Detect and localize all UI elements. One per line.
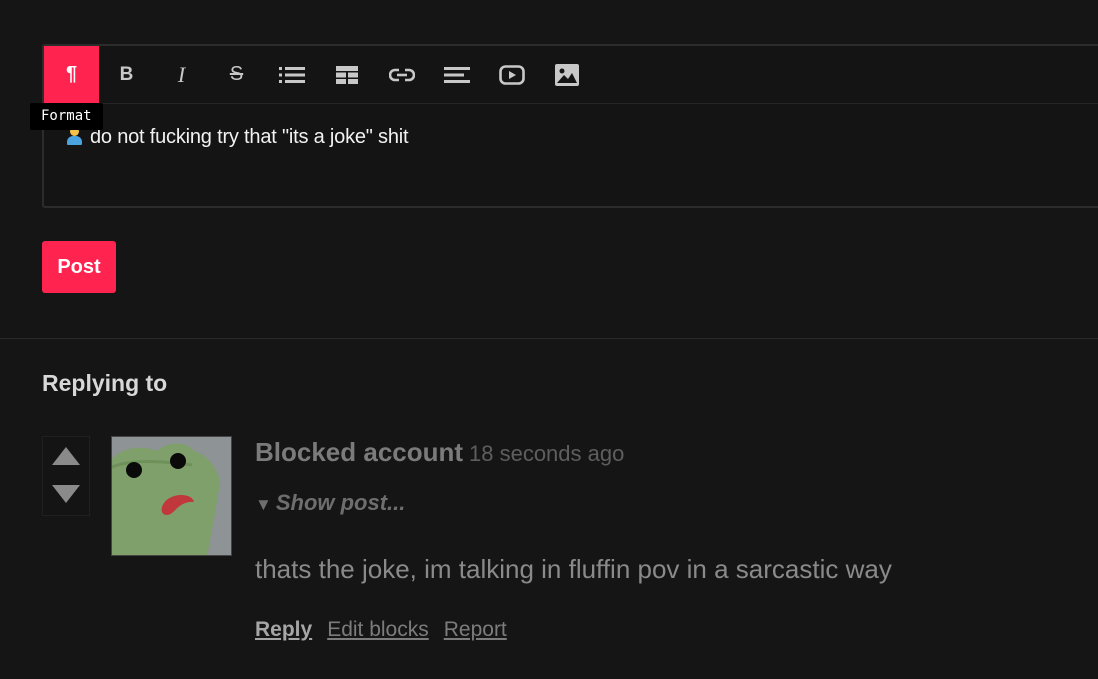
editor-toolbar: ¶ B I S <box>44 46 1098 104</box>
format-tooltip: Format <box>30 103 103 130</box>
strikethrough-icon: S <box>229 63 244 85</box>
italic-button[interactable]: I <box>154 46 209 103</box>
replying-to-heading: Replying to <box>42 370 168 396</box>
list-button[interactable] <box>264 46 319 103</box>
bold-button[interactable]: B <box>99 46 154 103</box>
comment-editor: ¶ B I S do not fucking try that "its a j… <box>42 44 1098 208</box>
comment-actions: Reply Edit blocks Report <box>255 618 507 642</box>
strikethrough-button[interactable]: S <box>209 46 264 103</box>
link-icon <box>388 68 415 81</box>
report-link[interactable]: Report <box>444 618 507 642</box>
bold-icon: B <box>119 63 134 85</box>
upvote-arrow-icon[interactable] <box>52 447 80 465</box>
image-button[interactable] <box>539 46 594 103</box>
list-icon <box>278 66 305 83</box>
show-post-label: Show post... <box>275 490 406 515</box>
comment-body: thats the joke, im talking in fluffin po… <box>255 554 892 584</box>
downvote-arrow-icon[interactable] <box>52 485 80 503</box>
comment-author[interactable]: Blocked account <box>255 437 463 468</box>
align-left-icon <box>443 66 470 83</box>
comment-timestamp: 18 seconds ago <box>469 441 625 466</box>
section-divider <box>0 338 1098 339</box>
triangle-down-icon: ▼ <box>255 495 272 514</box>
align-button[interactable] <box>429 46 484 103</box>
italic-icon: I <box>177 61 186 87</box>
image-icon <box>554 63 579 86</box>
show-post-toggle[interactable]: ▼ Show post... <box>255 490 405 516</box>
table-button[interactable] <box>319 46 374 103</box>
editor-content-text: do not fucking try that "its a joke" shi… <box>90 126 409 148</box>
avatar[interactable] <box>111 436 232 556</box>
reply-link[interactable]: Reply <box>255 618 312 642</box>
edit-blocks-link[interactable]: Edit blocks <box>327 618 429 642</box>
post-button[interactable]: Post <box>42 241 116 293</box>
table-icon <box>335 65 358 84</box>
format-button[interactable]: ¶ <box>44 46 99 103</box>
link-button[interactable] <box>374 46 429 103</box>
editor-content[interactable]: do not fucking try that "its a joke" shi… <box>66 126 409 149</box>
frog-avatar-icon <box>112 437 231 555</box>
video-button[interactable] <box>484 46 539 103</box>
youtube-icon <box>498 64 525 85</box>
vote-controls <box>42 436 90 516</box>
pilcrow-icon: ¶ <box>65 63 78 85</box>
